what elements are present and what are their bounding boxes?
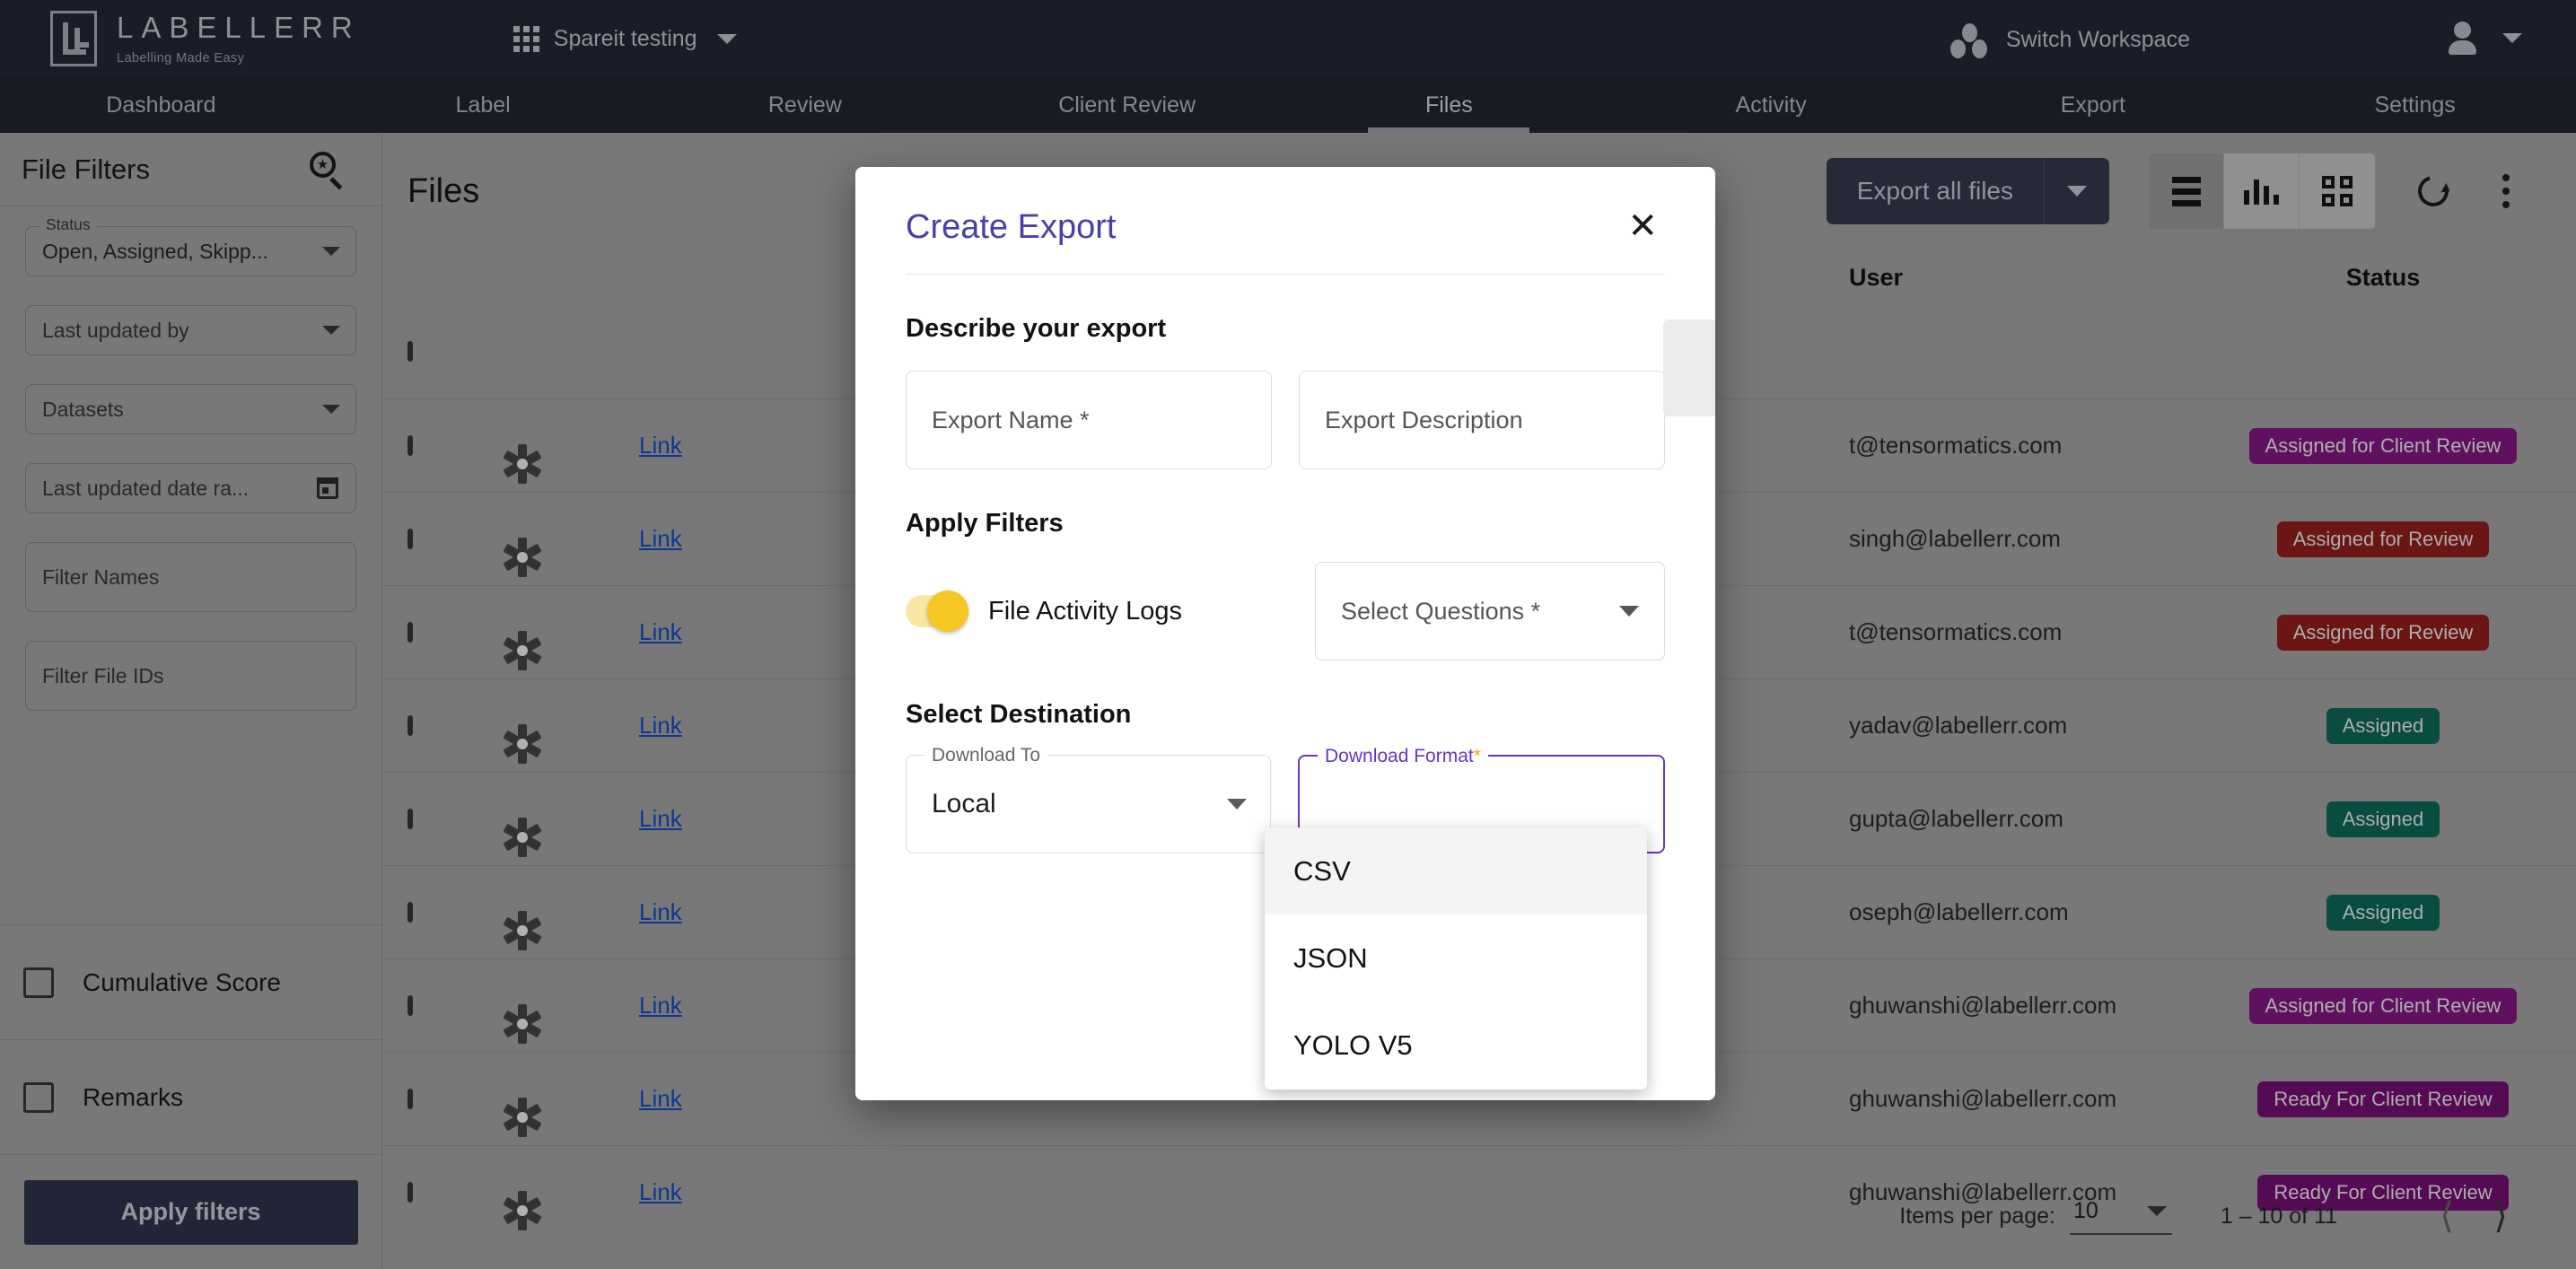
download-format-legend: Download Format bbox=[1325, 746, 1474, 766]
export-name-input[interactable]: Export Name * bbox=[906, 371, 1272, 469]
file-activity-logs-toggle[interactable] bbox=[906, 591, 968, 632]
select-questions-placeholder: Select Questions * bbox=[1341, 597, 1541, 625]
dialog-action-button-partial[interactable] bbox=[1663, 319, 1715, 416]
export-description-input[interactable]: Export Description bbox=[1299, 371, 1665, 469]
file-activity-logs-label: File Activity Logs bbox=[988, 596, 1182, 626]
dialog-title: Create Export bbox=[906, 208, 1117, 246]
chevron-down-icon bbox=[1619, 606, 1639, 617]
format-option-yolo-v5[interactable]: YOLO V5 bbox=[1265, 1002, 1647, 1089]
section-select-destination: Select Destination bbox=[906, 700, 1132, 729]
export-name-placeholder: Export Name * bbox=[932, 406, 1090, 433]
dialog-header: Create Export ✕ bbox=[906, 208, 1665, 275]
export-description-placeholder: Export Description bbox=[1325, 406, 1523, 433]
required-asterisk: * bbox=[1473, 746, 1481, 766]
download-to-value: Local bbox=[932, 789, 996, 818]
download-format-options-panel: CSV JSON YOLO V5 bbox=[1265, 827, 1647, 1090]
download-to-select[interactable]: Download To Local bbox=[906, 745, 1271, 853]
section-apply-filters: Apply Filters bbox=[906, 509, 1064, 538]
section-describe-export: Describe your export bbox=[906, 314, 1167, 343]
close-icon[interactable]: ✕ bbox=[1620, 208, 1665, 244]
format-option-json[interactable]: JSON bbox=[1265, 915, 1647, 1002]
download-to-legend: Download To bbox=[924, 745, 1048, 766]
select-questions-dropdown[interactable]: Select Questions * bbox=[1315, 562, 1665, 661]
file-activity-logs-toggle-group[interactable]: File Activity Logs bbox=[906, 591, 1315, 632]
chevron-down-icon bbox=[1227, 799, 1247, 810]
format-option-csv[interactable]: CSV bbox=[1265, 827, 1647, 915]
